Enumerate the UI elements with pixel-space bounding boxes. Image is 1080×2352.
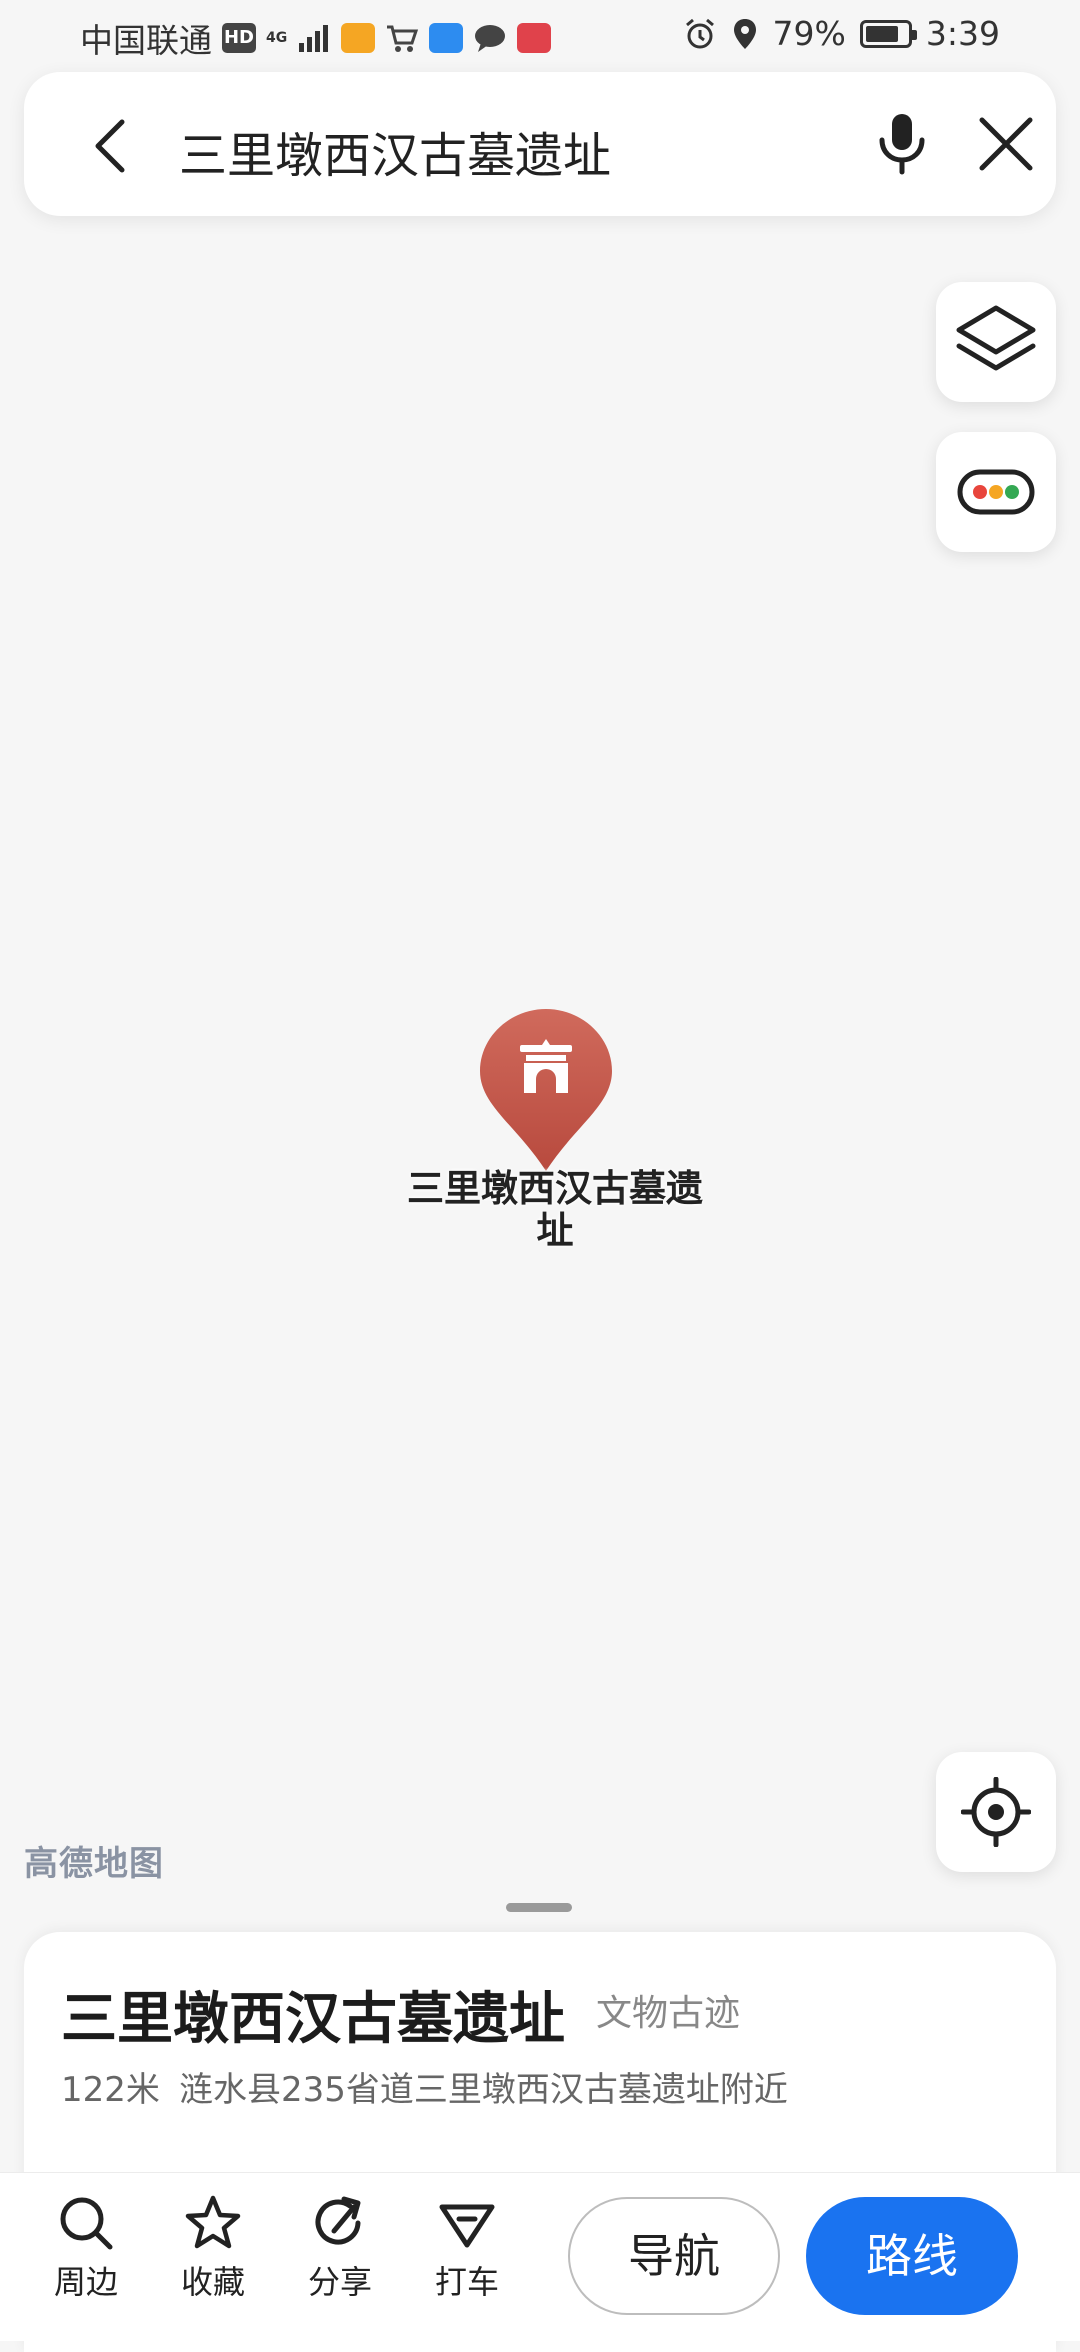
favorite-button[interactable]: 收藏 (163, 2193, 263, 2303)
share-button[interactable]: 分享 (290, 2193, 390, 2303)
share-icon (315, 2196, 361, 2245)
hd-icon: HD (222, 23, 256, 53)
poi-address: 涟水县235省道三里墩西汉古墓遗址附近 (179, 2070, 788, 2110)
taxi-button[interactable]: 打车 (417, 2193, 517, 2303)
location-icon (733, 18, 756, 49)
poi-title: 三里墩西汉古墓遗址 (61, 1987, 565, 2052)
taxi-icon (439, 2204, 495, 2248)
bottom-action-bar: 周边 收藏 分享 打车 导航 路线 (0, 2172, 1080, 2341)
clock: 3:39 (925, 14, 1000, 53)
search-bar[interactable]: 三里墩西汉古墓遗址 (24, 72, 1056, 216)
taxi-label: 打车 (434, 2263, 499, 2301)
back-arrow-icon[interactable] (82, 116, 142, 176)
map-layers-button[interactable] (936, 282, 1056, 402)
traffic-light-icon (957, 469, 1035, 515)
poi-distance: 122米 (61, 2070, 160, 2110)
sheet-drag-handle[interactable] (506, 1903, 572, 1912)
map-watermark: 高德地图 (24, 1844, 164, 1884)
app-notification-orange-icon (341, 23, 376, 53)
locate-crosshair-icon (961, 1777, 1031, 1847)
share-label: 分享 (307, 2263, 372, 2301)
cloud-app-icon (429, 23, 464, 53)
search-input[interactable]: 三里墩西汉古墓遗址 (179, 116, 611, 186)
status-bar: 中国联通 HD 4G 79% 3:39 (0, 0, 1080, 72)
layers-icon (956, 305, 1036, 371)
message-icon (475, 25, 506, 52)
signal-icon (299, 25, 329, 52)
microphone-icon[interactable] (866, 108, 938, 180)
battery-icon (859, 19, 917, 48)
status-right: 79% 3:39 (683, 14, 1000, 53)
search-icon (60, 2197, 113, 2250)
nearby-label: 周边 (53, 2263, 118, 2301)
navigate-button[interactable]: 导航 (568, 2197, 780, 2315)
nearby-button[interactable]: 周边 (36, 2193, 136, 2303)
my-location-button[interactable] (936, 1752, 1056, 1872)
close-icon[interactable] (974, 112, 1038, 176)
favorite-label: 收藏 (180, 2263, 245, 2301)
route-button[interactable]: 路线 (806, 2197, 1018, 2315)
traffic-toggle-button[interactable] (936, 432, 1056, 552)
poi-map-label: 三里墩西汉古墓遗址 (407, 1167, 703, 1252)
poi-pin-icon[interactable] (476, 1005, 616, 1175)
status-left: 中国联通 HD 4G (80, 14, 552, 62)
star-icon (185, 2195, 241, 2249)
cart-icon (387, 25, 419, 52)
poi-category: 文物古迹 (596, 1993, 741, 2034)
battery-percent: 79% (772, 14, 846, 53)
alarm-icon (685, 18, 714, 48)
network-type: 4G (266, 30, 288, 46)
carrier-name: 中国联通 (80, 21, 212, 60)
book-app-icon (517, 23, 552, 53)
